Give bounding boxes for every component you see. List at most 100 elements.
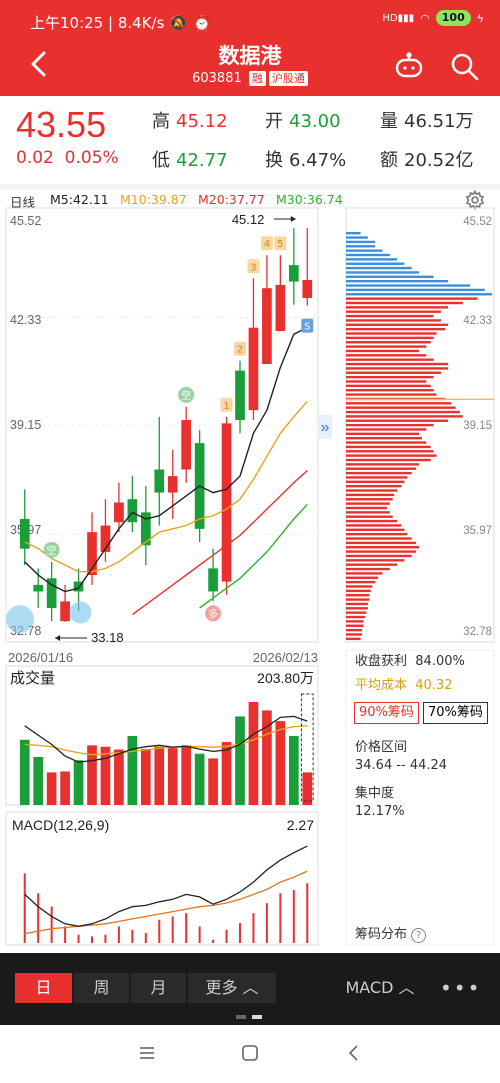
chip-bar <box>346 428 427 431</box>
connect-tag: 沪股通 <box>268 71 308 86</box>
chip-bar <box>346 419 449 422</box>
y-tick-label: 42.33 <box>10 313 41 327</box>
volume-bar <box>208 758 218 805</box>
chip-bar <box>346 262 405 265</box>
candle-body <box>114 502 124 523</box>
turnover-label: 换 <box>265 150 283 171</box>
highlight-circle <box>69 601 92 624</box>
chip-bar <box>346 253 390 257</box>
signal-icon: HD▮▮▮ <box>382 12 415 24</box>
x-end-label: 2026/02/13 <box>253 650 318 665</box>
system-nav-bar <box>0 1025 500 1083</box>
page-dot <box>236 1015 246 1019</box>
turnover-value: 6.47% <box>289 150 347 171</box>
marker-text: 空 <box>181 389 191 402</box>
home-button[interactable] <box>241 1044 259 1062</box>
chip-bar <box>346 301 463 305</box>
kline-chart[interactable]: 45.5242.3339.1535.9732.7845.1233.18空空多12… <box>0 190 500 950</box>
volume-bar <box>235 716 245 805</box>
chip-bar <box>346 232 361 235</box>
chip-bar <box>346 572 383 575</box>
macd-title: MACD(12,26,9) <box>12 817 109 833</box>
chip-bar <box>346 554 412 558</box>
high-label: 高 <box>152 111 170 132</box>
back-nav-button[interactable] <box>346 1044 362 1062</box>
help-icon[interactable]: ? <box>411 928 427 943</box>
chip-bar <box>346 371 441 374</box>
chip-bar <box>346 515 393 518</box>
tab-month[interactable]: 月 <box>131 973 186 1003</box>
volume-bar <box>73 760 84 805</box>
low-value: 42.77 <box>176 150 228 171</box>
marker-text: 3 <box>250 262 256 273</box>
marker-text: 空 <box>47 544 57 557</box>
candle-body <box>248 327 259 411</box>
chip-bar <box>346 550 417 553</box>
profit-label: 收盘获利 <box>355 654 408 669</box>
concentration-label: 集中度 <box>355 786 395 801</box>
chip-bar <box>346 349 419 353</box>
chip-y-tick-label: 45.52 <box>463 216 492 228</box>
macd-dif-line <box>24 845 308 927</box>
volume-bar <box>221 742 232 805</box>
chip90-button[interactable]: 90%筹码 <box>354 702 419 724</box>
quote-panel: 43.55 0.02 0.05% 高 45.12 开 43.00 量 46.51万 低… <box>0 96 500 184</box>
tab-day[interactable]: 日 <box>15 973 72 1003</box>
tab-week[interactable]: 周 <box>74 973 129 1003</box>
chip-bar <box>346 506 387 510</box>
more-menu-button[interactable]: ••• <box>440 973 480 1003</box>
expand-icon: » <box>321 419 330 436</box>
candle-body <box>275 284 286 332</box>
range-label: 价格区间 <box>355 740 408 755</box>
candle-body <box>154 469 165 493</box>
network-speed: 8.4K/s <box>117 14 165 32</box>
volume-bar <box>288 736 299 805</box>
volume-max-label: 203.80万 <box>257 670 314 686</box>
x-start-label: 2026/01/16 <box>8 650 73 665</box>
chip-bar <box>346 441 427 444</box>
chip-bar <box>346 537 412 540</box>
chip-bar <box>346 511 390 514</box>
marker-text: 2 <box>237 345 243 356</box>
chevron-up-icon: ︿ <box>398 978 415 997</box>
indicator-select[interactable]: MACD ︿ <box>340 973 420 1003</box>
candle-body <box>60 601 70 622</box>
candle-body <box>288 265 299 282</box>
concentration-value: 12.17% <box>355 804 405 819</box>
alarm-icon: ⏰ <box>192 14 212 32</box>
chip-bar <box>346 362 449 366</box>
mute-icon: 🔕 <box>169 14 188 32</box>
chip-bar <box>346 541 417 545</box>
tab-more[interactable]: 更多 ︿ <box>188 973 276 1003</box>
amount-label: 额 <box>380 150 398 171</box>
chip-bar <box>346 484 402 488</box>
chip-bar <box>346 637 361 641</box>
max-price-label: 45.12 <box>232 212 265 227</box>
tab-more-label: 更多 <box>205 978 238 997</box>
candle-body <box>33 584 44 592</box>
max-arrowhead <box>290 216 296 222</box>
marker-text: 多 <box>208 607 218 620</box>
chip-bar <box>346 384 431 388</box>
chip-bar <box>346 458 431 462</box>
chip-bar <box>346 524 402 527</box>
volume-bar <box>194 753 205 805</box>
robot-button[interactable] <box>394 52 424 80</box>
chip-bar <box>346 528 405 531</box>
chip-bar <box>346 310 441 313</box>
marker-text: 1 <box>223 401 229 412</box>
chip-bar <box>346 519 398 523</box>
volume-bar <box>167 748 178 805</box>
highlight-circle <box>6 605 34 634</box>
menu-button[interactable] <box>138 1045 156 1061</box>
chip70-button[interactable]: 70%筹码 <box>423 702 488 724</box>
chip-bar <box>346 563 398 566</box>
chip-bar <box>346 249 383 252</box>
candle-body <box>302 279 313 299</box>
more-dots-icon: ••• <box>440 976 482 1000</box>
chip-bar <box>346 380 427 383</box>
period-tabs: 日 周 月 更多 ︿ MACD ︿ ••• <box>0 953 500 1025</box>
candle-body <box>181 420 192 470</box>
chip-bar <box>346 598 370 601</box>
search-button[interactable] <box>450 52 480 82</box>
